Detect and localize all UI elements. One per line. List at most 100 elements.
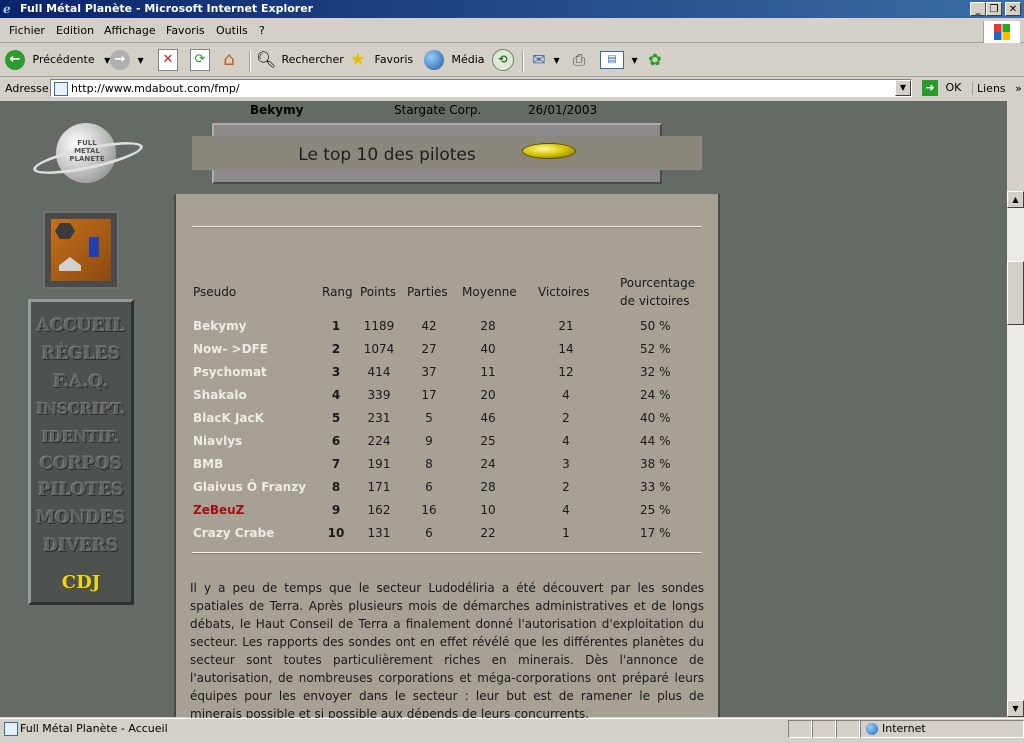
pilot-average: 25 [480, 434, 496, 448]
home-icon: ⌂ [223, 49, 235, 70]
menu-affichage[interactable]: Affichage [104, 24, 156, 37]
chevron-icon: » [1015, 82, 1022, 95]
mail-button[interactable]: ✉ ▼ [530, 48, 560, 72]
nav-mondes[interactable]: MONDES [31, 508, 131, 528]
scroll-thumb[interactable] [1007, 261, 1024, 325]
status-text: Full Métal Planète - Accueil [20, 722, 168, 735]
pilot-points: 162 [367, 503, 391, 517]
nav-pilotes[interactable]: PILOTES [31, 480, 131, 500]
forward-dropdown-icon[interactable]: ▼ [138, 56, 144, 65]
nav-inscript[interactable]: INSCRIPT. [31, 400, 131, 418]
links-button[interactable]: Liens » [972, 82, 1022, 95]
site-logo[interactable]: FULL METAL PLANETE [30, 123, 146, 185]
page-icon [4, 722, 18, 736]
pilot-wins: 4 [562, 503, 570, 517]
pilot-points: 191 [367, 457, 391, 471]
refresh-button[interactable]: ⟳ [190, 48, 210, 72]
pilot-name-link[interactable]: Psychomat [193, 365, 267, 379]
col-points: Points [360, 285, 397, 299]
pilot-points: 339 [367, 388, 391, 402]
pilot-name-link[interactable]: ZeBeuZ [193, 503, 244, 517]
col-de-victoires: de victoires [620, 294, 690, 308]
media-button[interactable]: Média [424, 48, 485, 72]
print-button[interactable]: ⎙ [570, 48, 588, 72]
pilot-rank: 10 [327, 526, 345, 540]
messenger-button[interactable]: ✿ [646, 48, 664, 72]
nav-identif[interactable]: IDENTIF. [31, 428, 131, 446]
pilot-games: 16 [421, 503, 437, 517]
pilot-rank: 1 [331, 319, 341, 333]
nav-divers[interactable]: DIVERS [31, 536, 131, 556]
pilot-average: 22 [480, 526, 496, 540]
refresh-icon: ⟳ [190, 49, 210, 71]
history-button[interactable]: ⟲ [492, 48, 514, 72]
maximize-button[interactable]: ❐ [986, 2, 1002, 16]
menu-fichier[interactable]: Fichier [9, 24, 45, 37]
pilot-name-link[interactable]: Crazy Crabe [193, 526, 274, 540]
address-input[interactable]: http://www.mdabout.com/fmp/ ▼ [50, 79, 912, 97]
edit-button[interactable]: ▤ ▼ [600, 48, 638, 72]
vertical-scrollbar[interactable]: ▲ ▼ [1007, 191, 1024, 717]
toolbar: ← Précédente ▼ → ▼ ✕ ⟳ ⌂ 🔍︎ Rechercher ★… [0, 44, 1024, 77]
mail-icon: ✉ [532, 50, 546, 69]
close-button[interactable]: ✕ [1005, 2, 1021, 16]
home-button[interactable]: ⌂ [220, 48, 238, 72]
pilot-rank: 5 [331, 411, 341, 425]
address-url[interactable]: http://www.mdabout.com/fmp/ [71, 82, 240, 95]
print-icon: ⎙ [572, 50, 586, 69]
favorites-label: Favoris [374, 53, 414, 66]
pilot-name-link[interactable]: Glaivus Ô Franzy [193, 480, 306, 494]
divider [192, 226, 702, 228]
scroll-down-icon[interactable]: ▼ [1007, 700, 1024, 717]
scroll-up-icon[interactable]: ▲ [1007, 191, 1024, 208]
forward-button[interactable]: → ▼ [110, 48, 144, 72]
pilot-average: 28 [480, 480, 496, 494]
status-pane [836, 720, 860, 738]
back-button[interactable]: ← Précédente ▼ [5, 48, 110, 72]
edit-dropdown-icon[interactable]: ▼ [632, 56, 638, 65]
pilot-average: 20 [480, 388, 496, 402]
pilot-games: 9 [425, 434, 433, 448]
gold-coin-icon [522, 143, 576, 159]
logo-text: FULL METAL PLANETE [69, 139, 105, 163]
pilot-name-link[interactable]: Now- >DFE [193, 342, 268, 356]
pilot-games: 6 [425, 480, 433, 494]
menu-outils[interactable]: Outils [216, 24, 248, 37]
title-bar: ℯ Full Métal Planète - Microsoft Interne… [0, 0, 1024, 18]
pilot-name-link[interactable]: BMB [193, 457, 223, 471]
pilot-name-link[interactable]: Bekymy [193, 319, 246, 333]
map-tile-image[interactable] [43, 211, 119, 289]
edit-icon: ▤ [600, 51, 624, 69]
go-button[interactable]: ➜ OK [922, 80, 961, 96]
menu-edition[interactable]: Edition [56, 24, 94, 37]
nav-accueil[interactable]: ACCUEIL [31, 316, 131, 336]
minimize-button[interactable]: _ [970, 2, 986, 16]
menu-help[interactable]: ? [259, 24, 265, 37]
mail-dropdown-icon[interactable]: ▼ [554, 56, 560, 65]
pilot-win-pct: 33 % [640, 480, 671, 494]
favorites-button[interactable]: ★ Favoris [349, 48, 413, 72]
address-dropdown-icon[interactable]: ▼ [895, 80, 911, 96]
stop-button[interactable]: ✕ [158, 48, 178, 72]
pilot-games: 37 [421, 365, 437, 379]
menu-favoris[interactable]: Favoris [166, 24, 205, 37]
pilot-points: 171 [367, 480, 391, 494]
nav-corpos[interactable]: CORPOS [31, 454, 131, 474]
page-icon [54, 82, 68, 96]
col-pseudo: Pseudo [193, 285, 237, 299]
pilot-name-link[interactable]: Shakalo [193, 388, 247, 402]
messenger-icon: ✿ [648, 50, 662, 69]
history-icon: ⟲ [492, 49, 514, 71]
internet-zone: Internet [866, 722, 926, 735]
nav-regles[interactable]: RÈGLES [31, 344, 131, 364]
pilot-rank: 3 [331, 365, 341, 379]
pilot-average: 10 [480, 503, 496, 517]
pilot-games: 42 [421, 319, 437, 333]
pilot-win-pct: 52 % [640, 342, 671, 356]
nav-cdj[interactable]: CDJ [31, 572, 131, 593]
search-button[interactable]: 🔍︎ Rechercher [256, 48, 344, 72]
pilot-win-pct: 32 % [640, 365, 671, 379]
pilot-name-link[interactable]: Niavlys [193, 434, 242, 448]
nav-faq[interactable]: F.A.Q. [31, 372, 131, 392]
pilot-name-link[interactable]: BlacK JacK [193, 411, 264, 425]
